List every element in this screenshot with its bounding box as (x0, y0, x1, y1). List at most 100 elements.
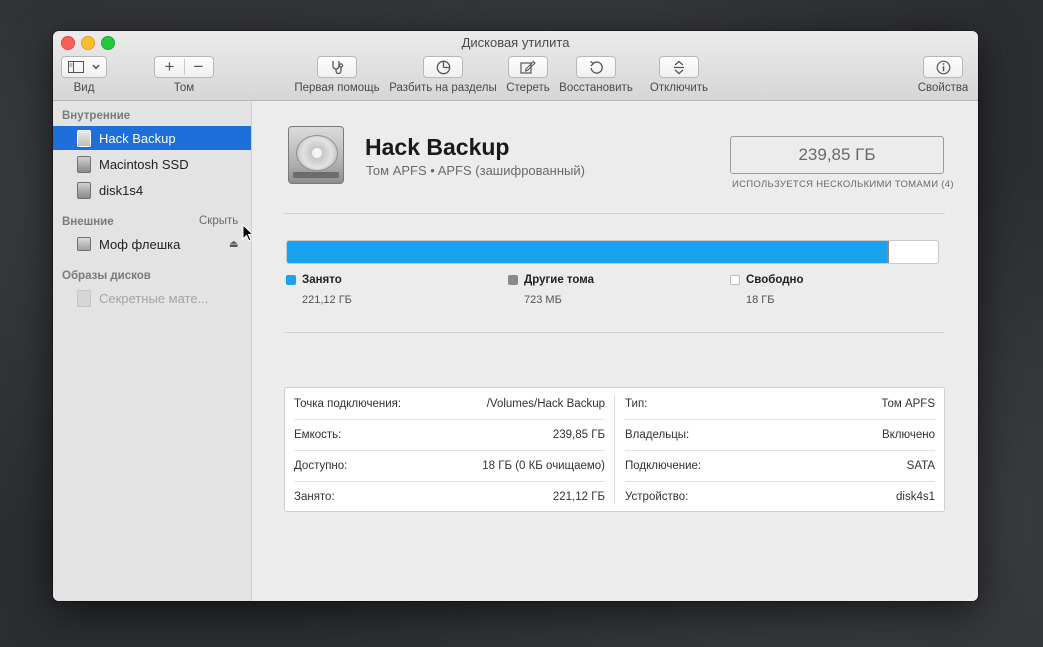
sidebar-section-internal: Внутренние (62, 110, 131, 122)
disk-utility-window: Дисковая утилита Вид + − Том Первая помо… (53, 31, 978, 601)
legend-swatch (508, 275, 518, 285)
info-row: Владельцы: Включено (616, 419, 935, 450)
info-key: Подключение: (625, 459, 702, 472)
info-value: disk4s1 (896, 490, 935, 503)
partition-button[interactable] (423, 56, 463, 78)
unmount-icon (674, 60, 684, 74)
info-column-left: Точка подключения: /Volumes/Hack Backup … (285, 388, 605, 512)
info-row: Точка подключения: /Volumes/Hack Backup (285, 388, 605, 419)
info-value: 18 ГБ (0 КБ очищаемо) (482, 459, 605, 472)
toolbar: Дисковая утилита Вид + − Том Первая помо… (53, 31, 978, 101)
disk-icon (77, 129, 91, 147)
info-row: Занято: 221,12 ГБ (285, 481, 605, 512)
info-value: Включено (881, 428, 935, 441)
usage-bar-other-volumes (887, 241, 890, 263)
info-label: Свойства (917, 82, 969, 94)
external-drive-icon (77, 237, 91, 251)
legend-value: 221,12 ГБ (302, 294, 352, 306)
restore-button[interactable] (576, 56, 616, 78)
legend-value: 723 МБ (524, 294, 562, 306)
sidebar: Внутренние Hack Backup Macintosh SSD dis… (53, 101, 252, 601)
info-key: Владельцы: (625, 428, 690, 441)
info-value: 239,85 ГБ (552, 428, 605, 441)
volume-name: Hack Backup (365, 134, 510, 160)
hide-external-button[interactable]: Скрыть (199, 215, 238, 227)
info-column-right: Тип: Том APFS Владельцы: Включено Подклю… (616, 388, 935, 512)
view-label: Вид (73, 82, 95, 94)
disk-image-icon (77, 289, 91, 307)
capacity-value: 239,85 ГБ (730, 136, 944, 174)
info-row: Тип: Том APFS (616, 388, 935, 419)
add-volume-button[interactable]: + (155, 57, 184, 77)
window-title: Дисковая утилита (461, 35, 570, 50)
volume-detail-panel: Hack Backup Том APFS • APFS (зашифрованн… (252, 101, 978, 601)
legend-label: Свободно (746, 274, 804, 286)
partition-label: Разбить на разделы (389, 82, 497, 94)
sidebar-item-secret-image[interactable]: Секретные мате... (53, 286, 251, 310)
remove-volume-button[interactable]: − (184, 57, 213, 77)
stethoscope-icon (332, 61, 344, 74)
info-key: Устройство: (625, 490, 689, 503)
legend-swatch (730, 275, 740, 285)
info-key: Тип: (625, 397, 648, 410)
volume-subtitle: Том APFS • APFS (зашифрованный) (366, 163, 585, 178)
sidebar-item-label: Macintosh SSD (99, 156, 189, 172)
chevron-down-icon (92, 64, 100, 70)
volume-label: Том (173, 82, 195, 94)
info-key: Занято: (294, 490, 335, 503)
segment-divider (184, 59, 185, 75)
sidebar-item-disk1s4[interactable]: disk1s4 (53, 178, 251, 202)
first-aid-button[interactable] (317, 56, 357, 78)
volume-info-table: Точка подключения: /Volumes/Hack Backup … (284, 387, 945, 512)
view-button[interactable] (61, 56, 107, 78)
info-row: Емкость: 239,85 ГБ (285, 419, 605, 450)
legend-value: 18 ГБ (746, 294, 775, 306)
sidebar-item-macintosh-ssd[interactable]: Macintosh SSD (53, 152, 251, 176)
restore-arrow-icon (589, 60, 603, 74)
disk-icon (77, 181, 91, 199)
hard-disk-icon (288, 126, 344, 184)
erase-button[interactable] (508, 56, 548, 78)
info-icon (936, 60, 950, 74)
first-aid-label: Первая помощь (294, 82, 380, 94)
info-value: Том APFS (881, 397, 935, 410)
sidebar-item-label: Hack Backup (99, 130, 176, 146)
usage-bar (286, 240, 939, 264)
info-button[interactable] (923, 56, 963, 78)
sidebar-section-external: Внешние (62, 216, 114, 228)
info-value: SATA (906, 459, 935, 472)
legend-swatch (286, 275, 296, 285)
divider (284, 213, 945, 214)
volume-segmented-control: + − (154, 56, 214, 78)
mouse-cursor-icon (242, 224, 254, 242)
disk-icon (77, 155, 91, 173)
info-row: Устройство: disk4s1 (616, 481, 935, 512)
restore-label: Восстановить (559, 82, 633, 94)
info-value: /Volumes/Hack Backup (486, 397, 605, 410)
sidebar-item-label: Моф флешка (99, 236, 181, 252)
info-row: Доступно: 18 ГБ (0 КБ очищаемо) (285, 450, 605, 481)
sidebar-item-hack-backup[interactable]: Hack Backup (53, 126, 251, 150)
info-key: Доступно: (294, 459, 348, 472)
info-key: Емкость: (294, 428, 342, 441)
info-value: 221,12 ГБ (552, 490, 605, 503)
sidebar-item-label: Секретные мате... (99, 290, 209, 306)
erase-label: Стереть (506, 82, 550, 94)
pie-partition-icon (436, 60, 450, 74)
sidebar-section-disk-images: Образы дисков (62, 270, 151, 282)
info-row: Подключение: SATA (616, 450, 935, 481)
pencil-erase-icon (520, 60, 536, 74)
column-divider (614, 396, 615, 504)
sidebar-item-usb-flash[interactable]: Моф флешка ⏏ (53, 232, 251, 256)
legend-label: Другие тома (524, 274, 595, 286)
capacity-note: ИСПОЛЬЗУЕТСЯ НЕСКОЛЬКИМИ ТОМАМИ (4) (732, 179, 954, 190)
sidebar-toggle-icon (68, 61, 84, 73)
usage-bar-used (287, 241, 888, 263)
sidebar-item-label: disk1s4 (99, 182, 144, 198)
eject-icon[interactable]: ⏏ (229, 239, 238, 250)
divider (284, 332, 945, 333)
legend-label: Занято (302, 274, 342, 286)
unmount-button[interactable] (659, 56, 699, 78)
unmount-label: Отключить (649, 82, 709, 94)
info-key: Точка подключения: (294, 397, 402, 410)
